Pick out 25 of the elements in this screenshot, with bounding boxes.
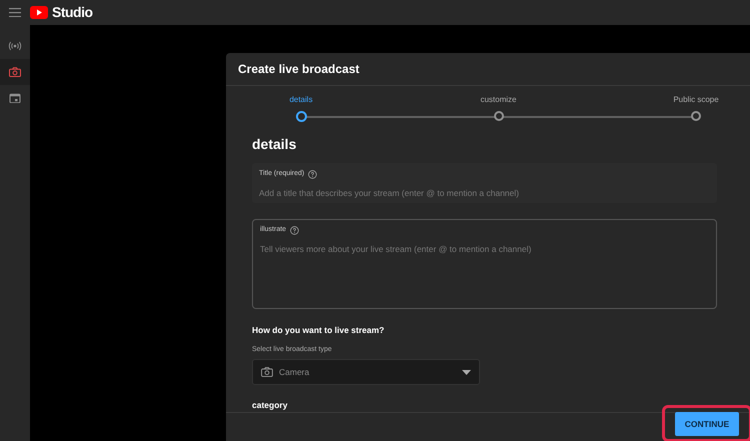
app-title: Studio — [52, 3, 93, 22]
continue-button[interactable]: CONTINUE — [675, 412, 739, 436]
category-heading: category — [252, 399, 288, 412]
camera-icon — [261, 367, 273, 378]
menu-icon[interactable] — [9, 8, 21, 17]
title-input[interactable]: Add a title that describes your stream (enter @ to mention a channel) — [259, 186, 710, 200]
step-label: details — [289, 95, 313, 105]
camera-icon — [8, 67, 22, 77]
dialog-title: Create live broadcast — [238, 61, 360, 78]
step-tab[interactable]: customize — [458, 95, 538, 122]
step-label: customize — [480, 95, 516, 105]
sidebar-item[interactable] — [0, 59, 30, 85]
description-input[interactable]: Tell viewers more about your live stream (enter @ to mention a channel) — [260, 242, 709, 256]
help-icon[interactable] — [308, 170, 318, 179]
broadcast-type-select[interactable]: Camera — [252, 359, 480, 386]
stream-question: How do you want to live stream? — [252, 324, 386, 337]
logo-icon — [30, 6, 48, 19]
step-tab[interactable]: Public scope — [656, 95, 736, 122]
dropdown-caret-icon — [462, 370, 471, 375]
broadcast-icon — [8, 41, 22, 51]
help-icon[interactable] — [290, 226, 300, 235]
calendar-icon — [8, 93, 22, 103]
step-tab[interactable]: details — [261, 95, 341, 122]
step-label: Public scope — [673, 95, 719, 105]
section-title: details — [252, 135, 298, 154]
